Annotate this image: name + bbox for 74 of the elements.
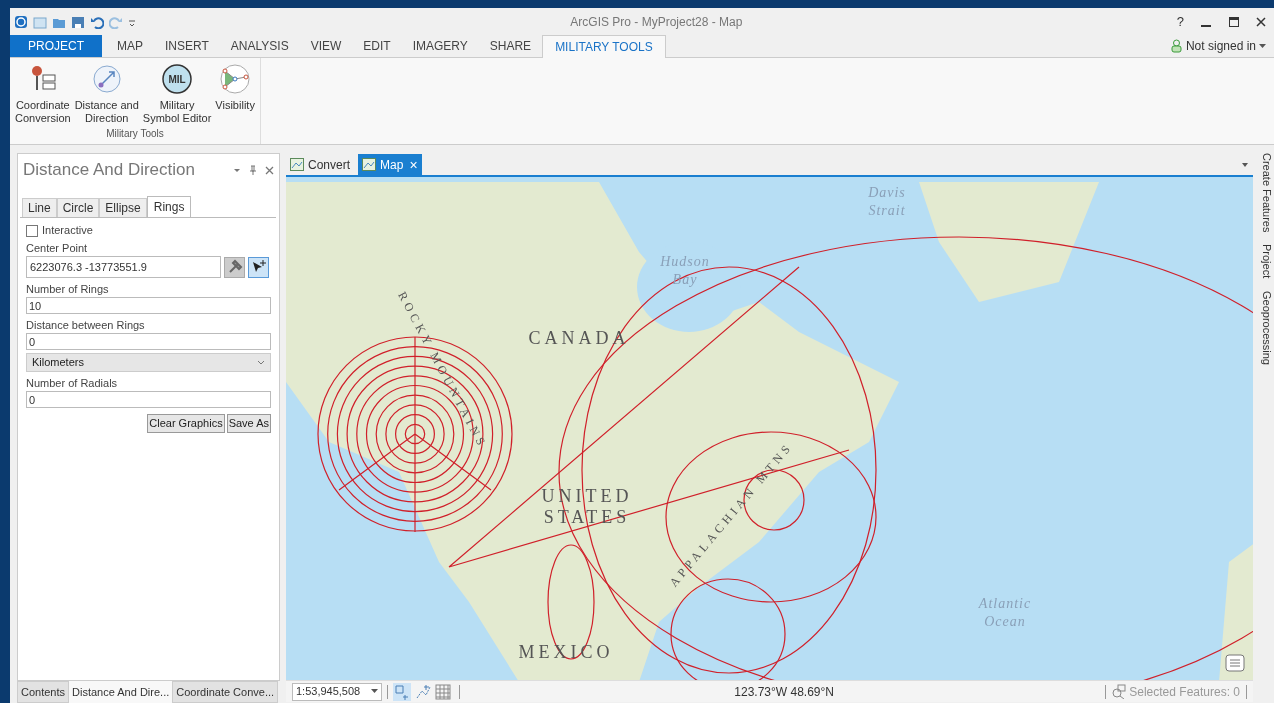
help-button[interactable]: ? <box>1176 12 1184 32</box>
field-label: Distance between Rings <box>26 318 146 333</box>
chevron-icon <box>257 359 265 366</box>
caret-icon <box>1259 43 1266 49</box>
ribbon-tab[interactable]: VIEW <box>299 35 353 57</box>
app-icon[interactable] <box>14 15 28 29</box>
table-icon[interactable] <box>435 683 451 700</box>
tool-tab[interactable]: Line <box>22 198 57 217</box>
window-title: ArcGIS Pro - MyProject28 - Map <box>570 15 743 29</box>
dropdown-icon <box>371 689 378 694</box>
account-button[interactable]: Not signed in <box>1185 37 1266 55</box>
map-document-icon <box>290 158 304 171</box>
selected-features: Selected Features: 0 <box>1129 683 1240 701</box>
project-tab[interactable]: PROJECT <box>10 35 102 57</box>
map-document-icon <box>362 158 377 171</box>
side-tab[interactable]: Project <box>1259 244 1274 279</box>
pin-icon[interactable] <box>249 165 257 175</box>
tool-tab[interactable]: Rings <box>146 196 192 217</box>
close-icon[interactable] <box>1256 16 1266 28</box>
ribbon-tab[interactable]: ANALYSIS <box>219 35 300 57</box>
dropdown-icon[interactable] <box>1241 162 1249 168</box>
field-label: Number of Rings <box>26 282 110 297</box>
pick-point-button[interactable] <box>248 256 269 278</box>
user-icon <box>1170 39 1182 53</box>
map-label: Atlantic Ocean <box>978 596 1032 629</box>
pane-tab[interactable]: Contents <box>17 681 70 703</box>
document-tab[interactable]: Convert <box>286 154 355 175</box>
side-tab[interactable]: Geoprocessing <box>1259 290 1274 365</box>
text-input[interactable]: 10 <box>26 297 271 314</box>
checkbox-label: Interactive <box>42 223 93 239</box>
ribbon-tab[interactable]: INSERT <box>154 35 220 57</box>
group-label: Military Tools <box>106 127 164 141</box>
coordinate-input[interactable]: 6223076.3 -13773551.9 <box>26 256 221 278</box>
field-label: Number of Radials <box>26 376 119 391</box>
maximize-icon[interactable] <box>1228 16 1240 28</box>
cursor-coordinates: 123.73°W 48.69°N <box>734 683 834 701</box>
scale-dropdown[interactable]: 1:53,945,508 <box>292 682 382 701</box>
snapping-icon[interactable] <box>393 682 411 701</box>
tool-tab[interactable]: Ellipse <box>99 198 147 217</box>
tab-label: Map <box>380 156 404 174</box>
document-tab[interactable]: Map × <box>358 154 422 175</box>
ribbon-button[interactable]: Coordinate Conversion <box>14 63 72 125</box>
ribbon-tab[interactable]: IMAGERY <box>401 35 479 57</box>
ribbon-tab[interactable]: MAP <box>106 35 155 57</box>
mil-badge-icon: MIL <box>161 63 194 95</box>
ribbon-button[interactable]: MIL Military Symbol Editor <box>141 63 213 125</box>
action-button[interactable]: Save As <box>226 414 271 433</box>
text-input[interactable]: 0 <box>26 391 271 408</box>
ribbon-tab[interactable]: MILITARY TOOLS <box>542 35 666 58</box>
tool-tab[interactable]: Circle <box>56 198 100 217</box>
text-input[interactable]: 0 <box>26 333 271 350</box>
ribbon-button[interactable]: Distance and Direction <box>73 63 140 125</box>
select-zoom-icon[interactable] <box>1111 684 1127 699</box>
arrow-circle-icon <box>90 63 123 95</box>
pane-tab[interactable]: Coordinate Conve... <box>172 681 279 703</box>
dropdown-icon[interactable] <box>233 166 241 174</box>
ribbon-tab[interactable]: SHARE <box>478 35 543 57</box>
tool-button[interactable] <box>224 256 245 278</box>
undo-icon[interactable] <box>90 15 104 29</box>
ribbon-button[interactable]: Visibility <box>214 63 256 125</box>
action-button[interactable]: Clear Graphics <box>147 414 225 433</box>
viewshed-icon <box>219 63 252 95</box>
interactive-checkbox[interactable] <box>26 224 38 237</box>
field-label: Center Point <box>26 241 89 256</box>
side-tab[interactable]: Create Features <box>1259 153 1274 233</box>
map-label: Davis Strait <box>868 185 906 218</box>
table-icon[interactable] <box>1225 654 1245 672</box>
units-dropdown[interactable]: Kilometers <box>26 353 271 372</box>
save-icon[interactable] <box>71 15 85 29</box>
tab-label: Convert <box>308 156 351 174</box>
close-glyph[interactable]: × <box>409 158 418 171</box>
ribbon-tab[interactable]: EDIT <box>352 35 402 57</box>
pane-title: Distance And Direction <box>23 159 196 182</box>
pane-tab[interactable]: Distance And Dire... <box>69 681 173 703</box>
